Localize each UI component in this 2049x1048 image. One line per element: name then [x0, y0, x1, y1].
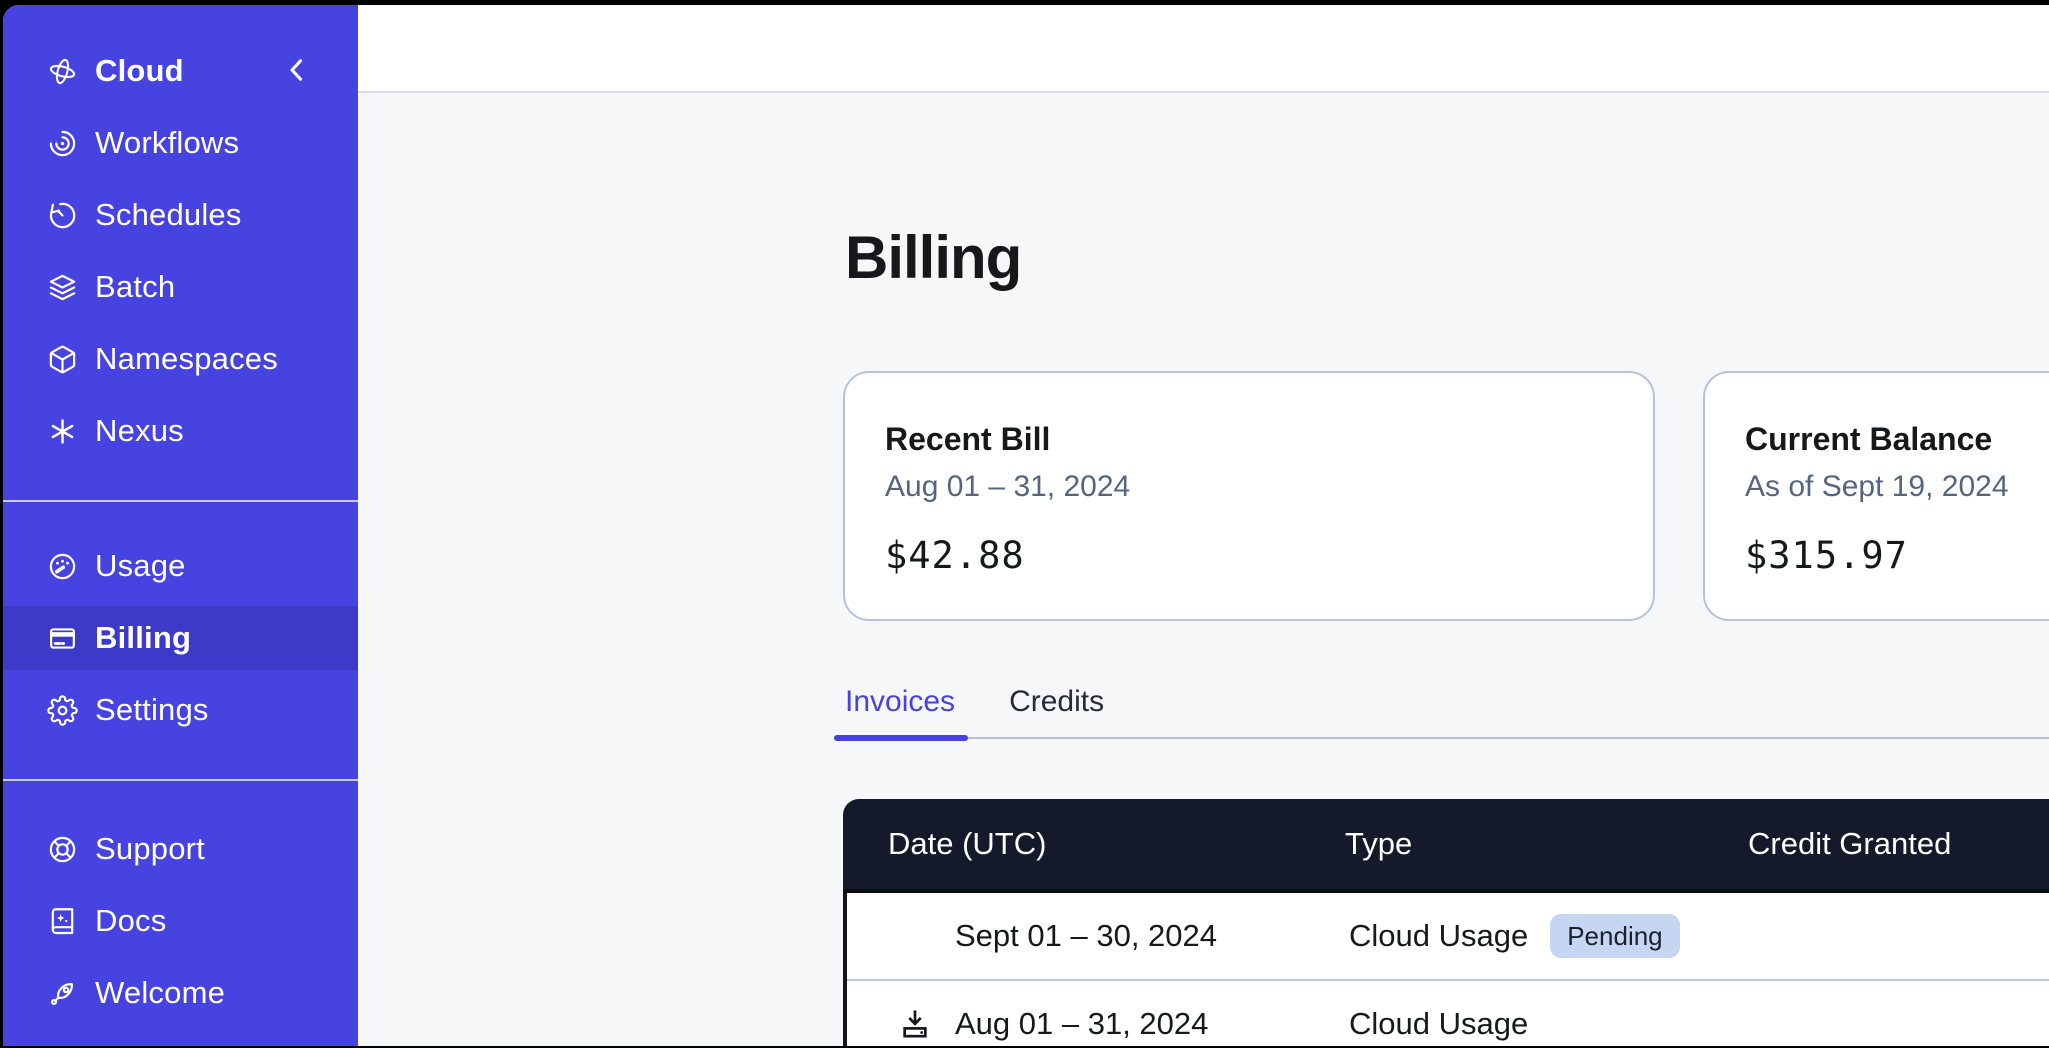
- sidebar-item-welcome[interactable]: Welcome: [3, 961, 358, 1025]
- column-header-date: Date (UTC): [843, 826, 1300, 862]
- sidebar-item-label: Support: [95, 831, 205, 867]
- card-subtitle: As of Sept 19, 2024: [1745, 470, 2049, 504]
- sidebar-item-label: Billing: [95, 620, 191, 656]
- column-header-credit-granted: Credit Granted: [1703, 826, 2049, 862]
- sidebar-item-label: Settings: [95, 692, 209, 728]
- sidebar-item-batch[interactable]: Batch: [3, 255, 358, 319]
- sidebar-divider: [3, 779, 358, 781]
- status-badge: Pending: [1550, 914, 1679, 958]
- card-amount: $315.97: [1745, 534, 2049, 577]
- sidebar-item-docs[interactable]: Docs: [3, 889, 358, 953]
- sidebar-item-support[interactable]: Support: [3, 817, 358, 881]
- sidebar-collapse-button[interactable]: [280, 53, 314, 87]
- sidebar-item-workflows[interactable]: Workflows: [3, 111, 358, 175]
- billing-tabs: Invoices Credits: [834, 685, 2049, 739]
- sidebar-brand: Cloud: [3, 39, 358, 103]
- invoices-table-body: Sept 01 – 30, 2024 Cloud Usage Pending: [843, 893, 2049, 1046]
- sidebar-item-label: Welcome: [95, 975, 225, 1011]
- billing-page: Billing Recent Bill Aug 01 – 31, 2024 $4…: [358, 93, 2049, 1046]
- sidebar-item-billing[interactable]: Billing: [3, 606, 358, 670]
- usage-icon: [47, 551, 78, 582]
- sidebar-divider: [3, 500, 358, 502]
- cell-date: Sept 01 – 30, 2024: [847, 918, 1304, 954]
- sidebar-item-label: Nexus: [95, 413, 184, 449]
- settings-icon: [47, 695, 78, 726]
- sidebar-item-label: Workflows: [95, 125, 239, 161]
- cell-type: Cloud Usage Pending: [1304, 914, 1707, 958]
- sidebar-item-label: Namespaces: [95, 341, 278, 377]
- sidebar-item-label: Usage: [95, 548, 186, 584]
- sidebar-item-label: Schedules: [95, 197, 242, 233]
- nexus-icon: [47, 416, 78, 447]
- docs-icon: [47, 906, 78, 937]
- sidebar-item-namespaces[interactable]: Namespaces: [3, 327, 358, 391]
- schedules-icon: [47, 200, 78, 231]
- sidebar-nav: Workflows Schedules: [3, 103, 358, 1033]
- invoice-date: Aug 01 – 31, 2024: [955, 1006, 1208, 1042]
- app-window: Cloud Workflows: [3, 5, 2049, 1046]
- card-subtitle: Aug 01 – 31, 2024: [885, 470, 1613, 504]
- page-title: Billing: [845, 223, 2049, 293]
- sidebar-item-schedules[interactable]: Schedules: [3, 183, 358, 247]
- brand-label: Cloud: [95, 53, 184, 89]
- sidebar-item-usage[interactable]: Usage: [3, 534, 358, 598]
- card-title: Recent Bill: [885, 421, 1613, 458]
- sidebar: Cloud Workflows: [3, 5, 358, 1046]
- namespaces-icon: [47, 344, 78, 375]
- cell-date: Aug 01 – 31, 2024: [847, 1006, 1304, 1042]
- current-balance-card: Current Balance As of Sept 19, 2024 $315…: [1703, 371, 2049, 621]
- card-amount: $42.88: [885, 534, 1613, 577]
- cell-type: Cloud Usage: [1304, 1006, 1707, 1042]
- invoice-date: Sept 01 – 30, 2024: [955, 918, 1217, 954]
- support-icon: [47, 834, 78, 865]
- topbar: [358, 5, 2049, 93]
- recent-bill-card: Recent Bill Aug 01 – 31, 2024 $42.88: [843, 371, 1655, 621]
- main-area: Billing Recent Bill Aug 01 – 31, 2024 $4…: [358, 5, 2049, 1046]
- welcome-icon: [47, 978, 78, 1009]
- column-header-type: Type: [1300, 826, 1703, 862]
- tab-credits[interactable]: Credits: [1007, 685, 1106, 737]
- billing-icon: [47, 623, 78, 654]
- sidebar-item-label: Batch: [95, 269, 175, 305]
- billing-summary-cards: Recent Bill Aug 01 – 31, 2024 $42.88 Cur…: [843, 371, 2049, 621]
- tab-invoices[interactable]: Invoices: [843, 685, 957, 737]
- invoices-table-header: Date (UTC) Type Credit Granted: [843, 799, 2049, 893]
- batch-icon: [47, 272, 78, 303]
- temporal-cloud-logo-icon: [47, 56, 78, 87]
- table-row[interactable]: Aug 01 – 31, 2024 Cloud Usage: [847, 979, 2049, 1046]
- sidebar-item-settings[interactable]: Settings: [3, 678, 358, 742]
- download-invoice-button[interactable]: [898, 1007, 955, 1041]
- workflows-icon: [47, 128, 78, 159]
- invoices-table: Date (UTC) Type Credit Granted Sept 01 –…: [843, 799, 2049, 1046]
- sidebar-item-label: Docs: [95, 903, 166, 939]
- table-row[interactable]: Sept 01 – 30, 2024 Cloud Usage Pending: [847, 893, 2049, 979]
- card-title: Current Balance: [1745, 421, 2049, 458]
- invoice-type: Cloud Usage: [1349, 918, 1528, 954]
- sidebar-item-nexus[interactable]: Nexus: [3, 399, 358, 463]
- invoice-type: Cloud Usage: [1349, 1006, 1528, 1042]
